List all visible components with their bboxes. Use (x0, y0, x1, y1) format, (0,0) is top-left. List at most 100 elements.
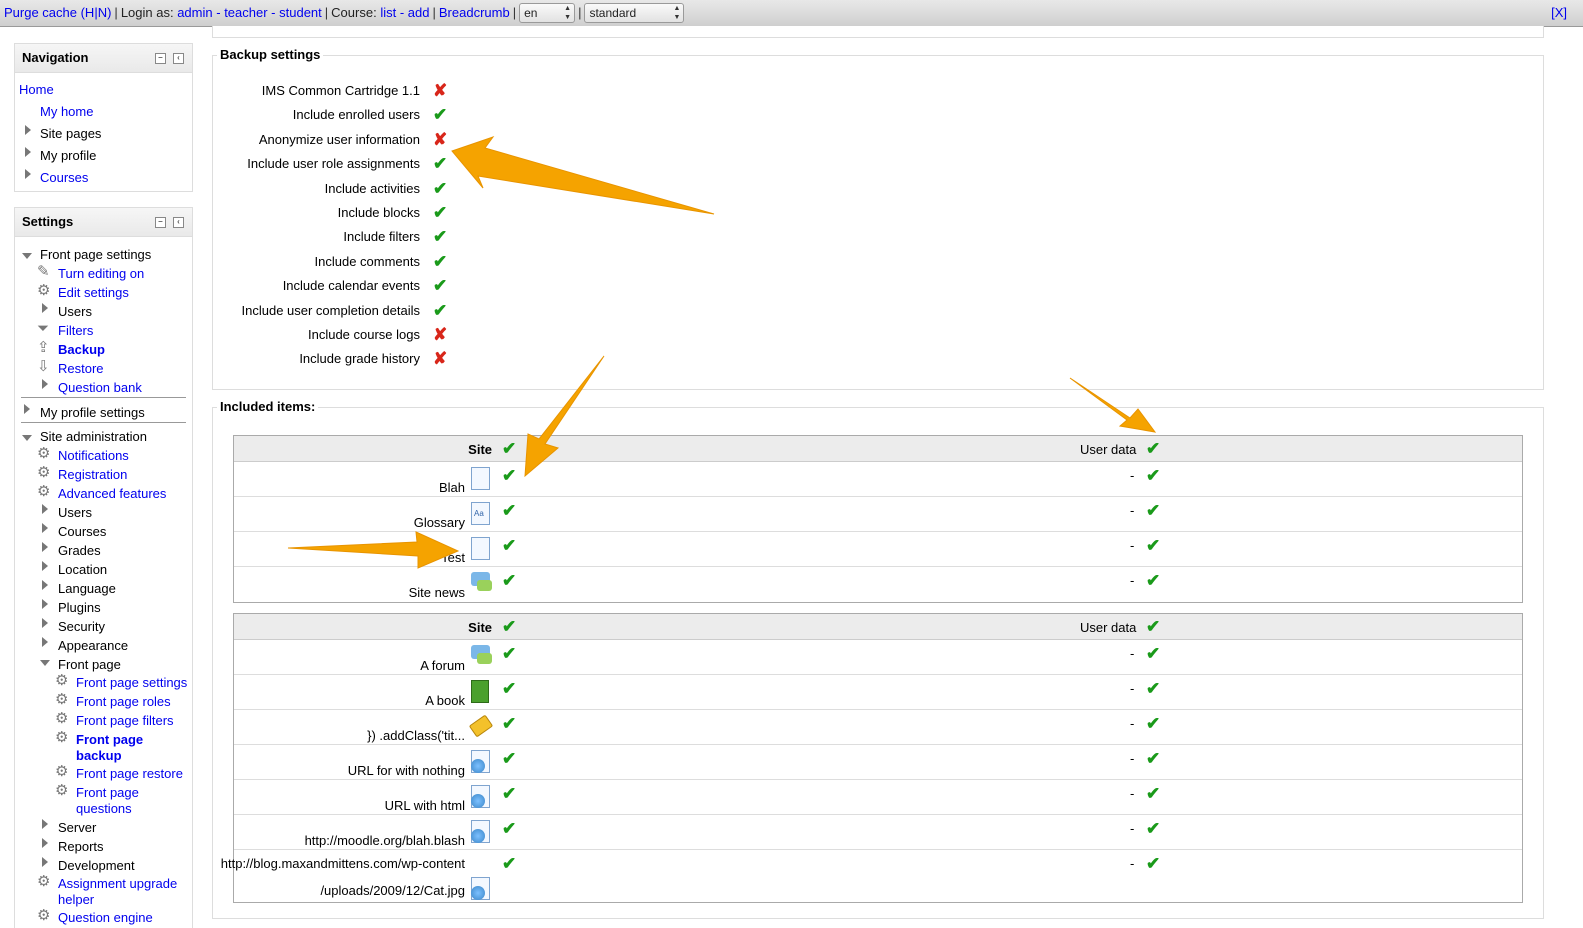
collapse-arrow-icon[interactable] (22, 253, 32, 259)
backup-link[interactable]: Backup (58, 342, 105, 358)
check-icon[interactable]: ✔ (502, 440, 516, 457)
expand-icon[interactable] (42, 504, 48, 514)
expand-icon[interactable] (42, 523, 48, 533)
nav-my-profile[interactable]: My profile (40, 148, 96, 164)
check-icon[interactable]: ✔ (1146, 785, 1160, 802)
sa-appearance-node[interactable]: Appearance (58, 638, 128, 654)
sa-location-node[interactable]: Location (58, 562, 107, 578)
check-icon[interactable]: ✔ (502, 467, 516, 484)
expand-icon[interactable] (25, 125, 31, 135)
sa-courses-node[interactable]: Courses (58, 524, 106, 540)
edit-settings-link[interactable]: Edit settings (58, 285, 129, 301)
filters-link[interactable]: Filters (58, 323, 93, 339)
check-icon[interactable]: ✔ (502, 618, 516, 635)
fp-filters-link[interactable]: Front page filters (76, 713, 174, 729)
check-icon[interactable]: ✔ (502, 537, 516, 554)
check-icon[interactable]: ✔ (502, 645, 516, 662)
expand-icon[interactable] (42, 857, 48, 867)
fp-backup-link[interactable]: Front page (76, 732, 143, 748)
fp-questions-link-line2[interactable]: questions (76, 801, 132, 817)
sa-plugins-node[interactable]: Plugins (58, 600, 101, 616)
dock-icon[interactable]: ‹ (173, 53, 184, 64)
check-icon[interactable]: ✔ (502, 750, 516, 767)
expand-icon[interactable] (25, 147, 31, 157)
cross-icon[interactable]: ✘ (433, 350, 447, 367)
expand-icon[interactable] (42, 303, 48, 313)
check-icon[interactable]: ✔ (433, 277, 447, 294)
expand-icon[interactable] (42, 599, 48, 609)
nav-my-home-link[interactable]: My home (40, 104, 93, 120)
turn-editing-on-link[interactable]: Turn editing on (58, 266, 144, 282)
sa-users-node[interactable]: Users (58, 505, 92, 521)
check-icon[interactable]: ✔ (1146, 680, 1160, 697)
question-bank-link[interactable]: Question bank (58, 380, 142, 396)
fp-settings-link[interactable]: Front page settings (76, 675, 187, 691)
collapse-arrow-icon[interactable] (40, 660, 50, 666)
check-icon[interactable]: ✔ (433, 228, 447, 245)
check-icon[interactable]: ✔ (502, 502, 516, 519)
dock-icon[interactable]: ‹ (173, 217, 184, 228)
fp-backup-link-line2[interactable]: backup (76, 748, 122, 764)
sa-reports-node[interactable]: Reports (58, 839, 104, 855)
site-administration-node[interactable]: Site administration (40, 429, 147, 445)
expand-icon[interactable] (42, 561, 48, 571)
fp-questions-link[interactable]: Front page (76, 785, 139, 801)
login-student-link[interactable]: student (279, 5, 322, 20)
check-icon[interactable]: ✔ (433, 253, 447, 270)
sa-server-node[interactable]: Server (58, 820, 96, 836)
course-list-link[interactable]: list (380, 5, 396, 20)
breadcrumb-link[interactable]: Breadcrumb (439, 5, 510, 20)
advanced-features-link[interactable]: Advanced features (58, 486, 166, 502)
question-engine-link[interactable]: Question engine (58, 910, 153, 926)
check-icon[interactable]: ✔ (1146, 502, 1160, 519)
fp-roles-link[interactable]: Front page roles (76, 694, 171, 710)
check-icon[interactable]: ✔ (1146, 537, 1160, 554)
check-icon[interactable]: ✔ (1146, 572, 1160, 589)
close-toolbar-link[interactable]: [X] (1551, 0, 1567, 26)
sa-development-node[interactable]: Development (58, 858, 135, 874)
fp-users-node[interactable]: Users (58, 304, 92, 320)
expand-icon[interactable] (42, 637, 48, 647)
check-icon[interactable]: ✔ (502, 572, 516, 589)
check-icon[interactable]: ✔ (1146, 855, 1160, 872)
expand-icon[interactable] (42, 819, 48, 829)
check-icon[interactable]: ✔ (433, 106, 447, 123)
check-icon[interactable]: ✔ (1146, 618, 1160, 635)
check-icon[interactable]: ✔ (502, 715, 516, 732)
check-icon[interactable]: ✔ (1146, 750, 1160, 767)
nav-courses-link[interactable]: Courses (40, 170, 88, 186)
expand-icon[interactable] (42, 618, 48, 628)
expand-icon[interactable] (42, 542, 48, 552)
assignment-upgrade-link[interactable]: Assignment upgrade (58, 876, 177, 892)
check-icon[interactable]: ✔ (1146, 715, 1160, 732)
cross-icon[interactable]: ✘ (433, 82, 447, 99)
check-icon[interactable]: ✔ (1146, 820, 1160, 837)
expand-icon[interactable] (42, 379, 48, 389)
check-icon[interactable]: ✔ (502, 785, 516, 802)
expand-icon[interactable] (42, 580, 48, 590)
expand-icon[interactable] (42, 838, 48, 848)
notifications-link[interactable]: Notifications (58, 448, 129, 464)
purge-cache-link[interactable]: Purge cache (H|N) (4, 5, 111, 20)
check-icon[interactable]: ✔ (502, 820, 516, 837)
cross-icon[interactable]: ✘ (433, 131, 447, 148)
check-icon[interactable]: ✔ (1146, 467, 1160, 484)
sa-security-node[interactable]: Security (58, 619, 105, 635)
nav-site-pages[interactable]: Site pages (40, 126, 101, 142)
check-icon[interactable]: ✔ (502, 855, 516, 872)
collapse-icon[interactable]: – (155, 217, 166, 228)
sa-language-node[interactable]: Language (58, 581, 116, 597)
my-profile-settings-node[interactable]: My profile settings (40, 405, 145, 421)
assignment-upgrade-link-line2[interactable]: helper (58, 892, 94, 908)
collapse-icon[interactable]: – (155, 53, 166, 64)
collapse-arrow-icon[interactable] (22, 435, 32, 441)
language-select[interactable]: en ▲ ▼ (519, 2, 576, 23)
check-icon[interactable]: ✔ (433, 180, 447, 197)
expand-icon[interactable] (24, 404, 30, 414)
login-teacher-link[interactable]: teacher (224, 5, 267, 20)
front-page-settings-node[interactable]: Front page settings (40, 247, 151, 263)
check-icon[interactable]: ✔ (1146, 645, 1160, 662)
check-icon[interactable]: ✔ (433, 204, 447, 221)
expand-icon[interactable] (25, 169, 31, 179)
check-icon[interactable]: ✔ (502, 680, 516, 697)
